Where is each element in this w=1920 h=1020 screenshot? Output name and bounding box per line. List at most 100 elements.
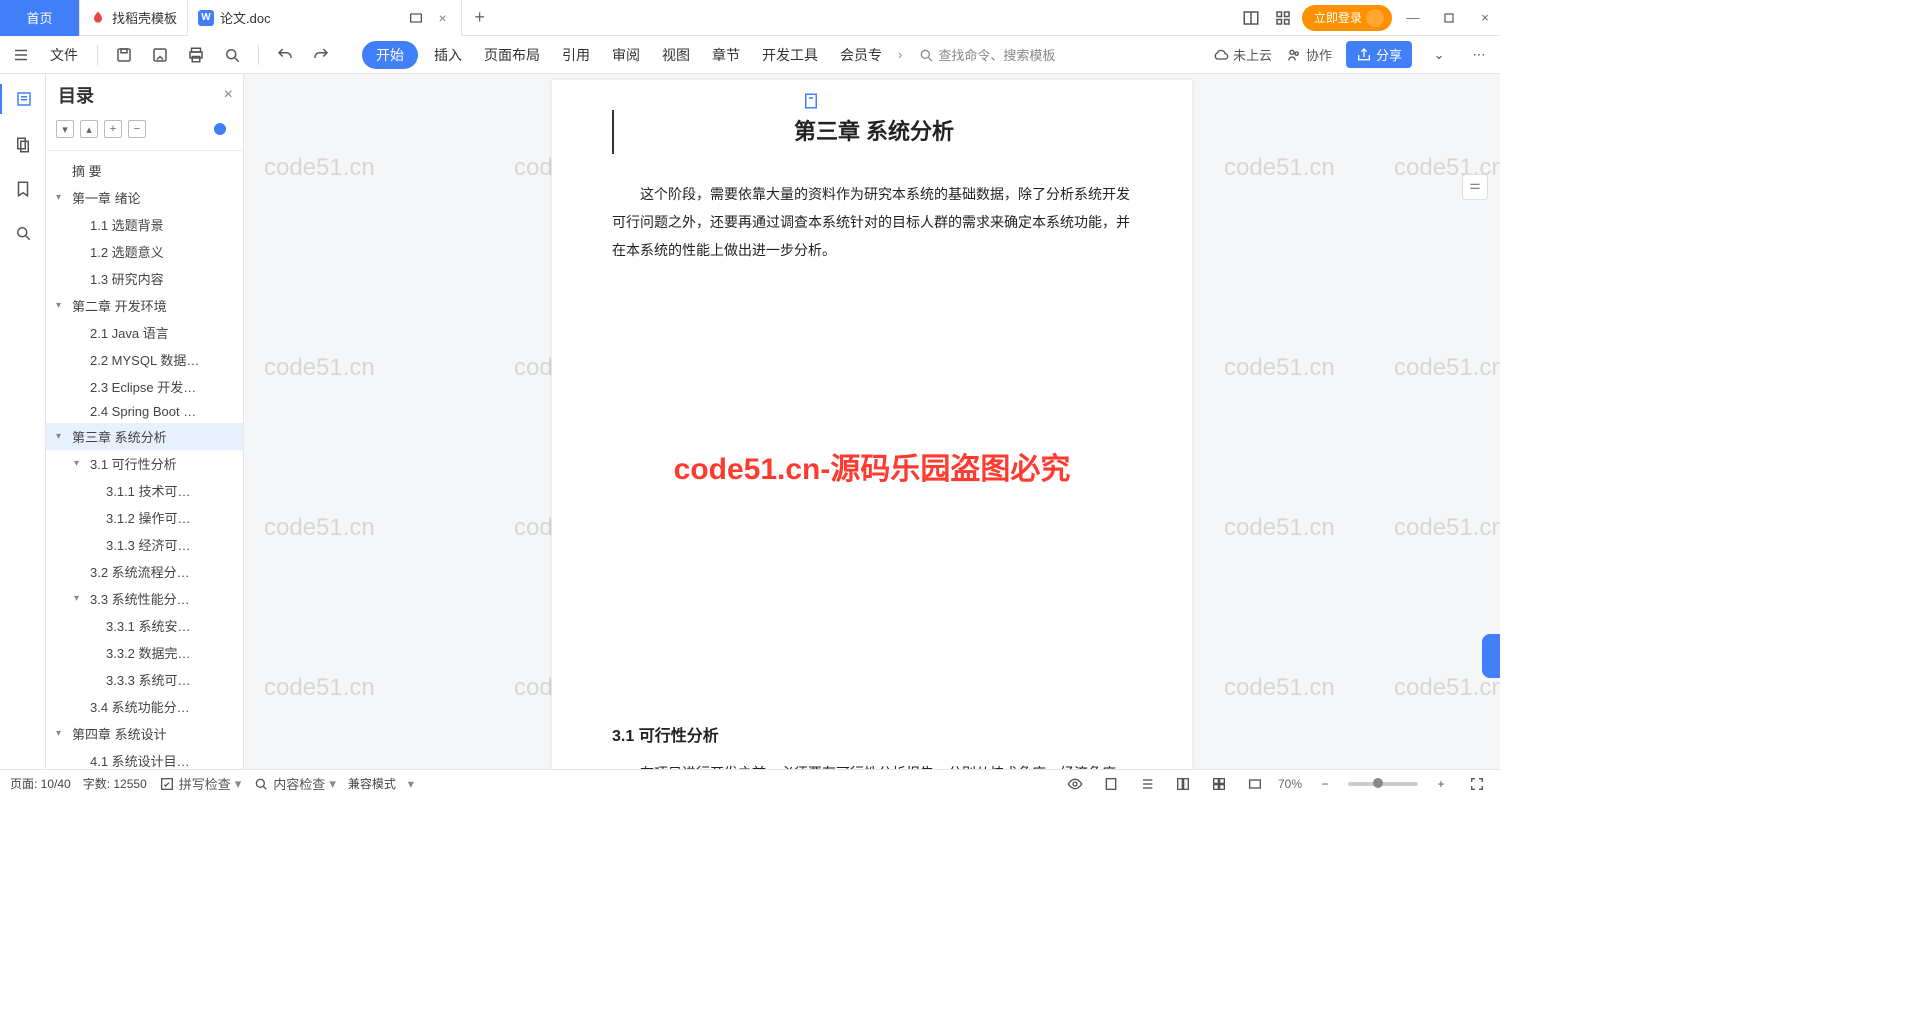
login-button[interactable]: 立即登录 bbox=[1302, 5, 1392, 31]
toc-item[interactable]: 2.2 MYSQL 数据… bbox=[46, 346, 243, 373]
document-area[interactable]: 第三章 系统分析 这个阶段，需要依靠大量的资料作为研究本系统的基础数据，除了分析… bbox=[244, 74, 1500, 769]
toc-item[interactable]: 3.3.1 系统安… bbox=[46, 612, 243, 639]
view-web-icon[interactable] bbox=[1170, 771, 1196, 797]
toc-item-label: 摘 要 bbox=[72, 161, 102, 180]
tab-home[interactable]: 首页 bbox=[0, 0, 80, 36]
save-icon[interactable] bbox=[111, 42, 137, 68]
menu-view[interactable]: 视图 bbox=[656, 42, 696, 68]
window-controls: 立即登录 — × bbox=[1238, 3, 1500, 33]
menu-reference[interactable]: 引用 bbox=[556, 42, 596, 68]
menu-devtools[interactable]: 开发工具 bbox=[756, 42, 824, 68]
settings-icon[interactable] bbox=[1206, 771, 1232, 797]
toc-item[interactable]: 1.3 研究内容 bbox=[46, 265, 243, 292]
menu-member[interactable]: 会员专 bbox=[834, 42, 888, 68]
menu-insert[interactable]: 插入 bbox=[428, 42, 468, 68]
rail-bookmark-icon[interactable] bbox=[10, 176, 36, 202]
watermark: code51.cn bbox=[264, 354, 375, 382]
more-icon[interactable]: ⋯ bbox=[1466, 42, 1492, 68]
tab-document[interactable]: W 论文.doc × bbox=[188, 0, 462, 36]
toc-close-icon[interactable]: × bbox=[224, 86, 233, 104]
menu-pagelayout[interactable]: 页面布局 bbox=[478, 42, 546, 68]
toc-item[interactable]: ▾3.1 可行性分析 bbox=[46, 450, 243, 477]
fullscreen-icon[interactable] bbox=[1464, 771, 1490, 797]
toc-item-label: 第一章 绪论 bbox=[72, 188, 141, 207]
toc-item[interactable]: 2.3 Eclipse 开发… bbox=[46, 373, 243, 400]
window-maximize[interactable] bbox=[1434, 3, 1464, 33]
tab-add-button[interactable]: + bbox=[462, 7, 498, 28]
toc-item[interactable]: ▾第四章 系统设计 bbox=[46, 720, 243, 747]
toc-item[interactable]: 3.1.3 经济可… bbox=[46, 531, 243, 558]
tab-close-icon[interactable]: × bbox=[435, 10, 451, 26]
toc-item-label: 2.4 Spring Boot … bbox=[90, 404, 196, 419]
spellcheck-icon bbox=[159, 776, 175, 792]
app-icon-daoke bbox=[90, 10, 106, 26]
layout-icon[interactable] bbox=[1238, 5, 1264, 31]
view-page-icon[interactable] bbox=[1098, 771, 1124, 797]
ribbon-search[interactable]: 查找命令、搜索模板 bbox=[918, 45, 1055, 64]
toc-item-label: 3.1.1 技术可… bbox=[106, 481, 191, 500]
toc-item[interactable]: 2.4 Spring Boot … bbox=[46, 400, 243, 423]
tab-popout-icon[interactable] bbox=[403, 5, 429, 31]
toc-item[interactable]: ▾3.3 系统性能分… bbox=[46, 585, 243, 612]
toc-item[interactable]: 1.1 选题背景 bbox=[46, 211, 243, 238]
zoom-label[interactable]: 70% bbox=[1278, 777, 1302, 791]
toc-item[interactable]: 3.1.2 操作可… bbox=[46, 504, 243, 531]
page-tools-icon[interactable] bbox=[1462, 174, 1488, 200]
status-spellcheck[interactable]: 拼写检查▾ bbox=[159, 774, 242, 793]
watermark: code51.cn bbox=[1224, 674, 1335, 702]
preview-icon[interactable] bbox=[219, 42, 245, 68]
undo-icon[interactable] bbox=[272, 42, 298, 68]
print-icon[interactable] bbox=[183, 42, 209, 68]
zoom-out-icon[interactable]: − bbox=[1312, 771, 1338, 797]
menu-file[interactable]: 文件 bbox=[44, 42, 84, 68]
rail-outline[interactable] bbox=[0, 84, 45, 114]
apps-icon[interactable] bbox=[1270, 5, 1296, 31]
page-anchor-icon[interactable] bbox=[802, 92, 820, 113]
window-minimize[interactable]: — bbox=[1398, 3, 1428, 33]
toc-item[interactable]: 3.2 系统流程分… bbox=[46, 558, 243, 585]
toc-promote-icon[interactable]: + bbox=[104, 120, 122, 138]
toc-collapse-all-icon[interactable]: ▾ bbox=[56, 120, 74, 138]
hamburger-icon[interactable] bbox=[8, 42, 34, 68]
toc-item[interactable]: ▾第二章 开发环境 bbox=[46, 292, 243, 319]
zoom-slider[interactable] bbox=[1348, 782, 1418, 786]
toc-item[interactable]: 2.1 Java 语言 bbox=[46, 319, 243, 346]
collab-button[interactable]: 协作 bbox=[1286, 45, 1332, 64]
rail-search-icon[interactable] bbox=[10, 220, 36, 246]
chevron-down-icon[interactable]: ⌄ bbox=[1426, 42, 1452, 68]
toc-chat-icon[interactable] bbox=[207, 116, 233, 142]
status-contentcheck[interactable]: 内容检查▾ bbox=[253, 774, 336, 793]
status-words[interactable]: 字数: 12550 bbox=[83, 775, 147, 792]
share-button[interactable]: 分享 bbox=[1346, 41, 1412, 68]
toc-item[interactable]: 摘 要 bbox=[46, 157, 243, 184]
menu-start[interactable]: 开始 bbox=[362, 41, 418, 69]
toc-item[interactable]: 3.1.1 技术可… bbox=[46, 477, 243, 504]
save-as-icon[interactable] bbox=[147, 42, 173, 68]
toc-item[interactable]: 3.3.3 系统可… bbox=[46, 666, 243, 693]
toc-demote-icon[interactable]: − bbox=[128, 120, 146, 138]
zoom-in-icon[interactable]: + bbox=[1428, 771, 1454, 797]
menu-chapter[interactable]: 章节 bbox=[706, 42, 746, 68]
toc-item[interactable]: ▾第三章 系统分析 bbox=[46, 423, 243, 450]
login-label: 立即登录 bbox=[1314, 9, 1362, 26]
toc-list[interactable]: 摘 要▾第一章 绪论1.1 选题背景1.2 选题意义1.3 研究内容▾第二章 开… bbox=[46, 151, 243, 769]
rail-thumbnail-icon[interactable] bbox=[10, 132, 36, 158]
chevron-icon: ▾ bbox=[74, 458, 86, 469]
cloud-button[interactable]: 未上云 bbox=[1213, 45, 1272, 64]
toc-item[interactable]: 1.2 选题意义 bbox=[46, 238, 243, 265]
toc-item[interactable]: 3.4 系统功能分… bbox=[46, 693, 243, 720]
toc-item[interactable]: ▾第一章 绪论 bbox=[46, 184, 243, 211]
toc-item[interactable]: 4.1 系统设计目… bbox=[46, 747, 243, 769]
zoom-fit-icon[interactable] bbox=[1242, 771, 1268, 797]
toc-expand-all-icon[interactable]: ▴ bbox=[80, 120, 98, 138]
redo-icon[interactable] bbox=[308, 42, 334, 68]
toc-item[interactable]: 3.3.2 数据完… bbox=[46, 639, 243, 666]
status-compat[interactable]: 兼容模式 bbox=[348, 775, 396, 792]
window-close[interactable]: × bbox=[1470, 3, 1500, 33]
menu-review[interactable]: 审阅 bbox=[606, 42, 646, 68]
eye-icon[interactable] bbox=[1062, 771, 1088, 797]
tab-template[interactable]: 找稻壳模板 bbox=[80, 0, 188, 36]
right-drawer-handle[interactable] bbox=[1482, 634, 1500, 678]
status-page[interactable]: 页面: 10/40 bbox=[10, 775, 71, 792]
view-outline-icon[interactable] bbox=[1134, 771, 1160, 797]
